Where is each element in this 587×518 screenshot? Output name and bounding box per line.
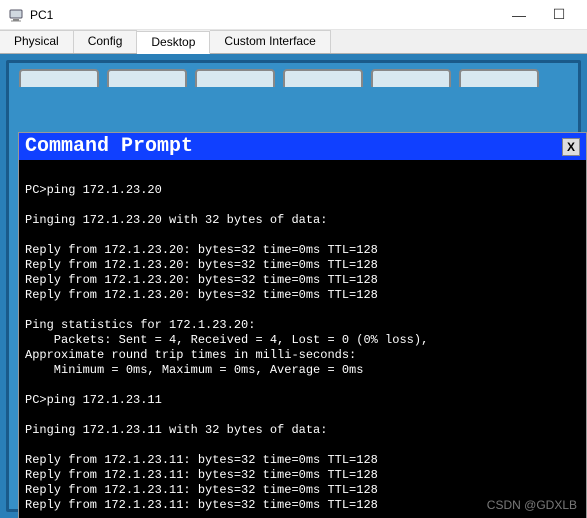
desktop-app-icon[interactable] [371,69,451,87]
tab-config[interactable]: Config [74,30,138,53]
tab-bar: Physical Config Desktop Custom Interface [0,30,587,54]
close-icon[interactable]: X [562,138,580,156]
desktop-app-icon[interactable] [283,69,363,87]
tab-physical[interactable]: Physical [0,30,74,53]
command-prompt-titlebar[interactable]: Command Prompt X [19,133,586,160]
command-prompt-title: Command Prompt [25,135,562,158]
minimize-button[interactable]: — [499,1,539,29]
desktop-app-icon[interactable] [107,69,187,87]
watermark: CSDN @GDXLB [487,498,577,512]
desktop-app-icon[interactable] [195,69,275,87]
desktop-app-icon[interactable] [19,69,99,87]
window-title: PC1 [30,8,499,22]
desktop-app-icon[interactable] [459,69,539,87]
terminal-output[interactable]: PC>ping 172.1.23.20 Pinging 172.1.23.20 … [19,160,586,518]
maximize-button[interactable]: ☐ [539,1,579,29]
desktop-area: Command Prompt X PC>ping 172.1.23.20 Pin… [0,54,587,518]
desktop-icon-row [13,67,574,87]
tab-custom-interface[interactable]: Custom Interface [210,30,330,53]
command-prompt-window: Command Prompt X PC>ping 172.1.23.20 Pin… [18,132,587,518]
app-icon [8,7,24,23]
window-titlebar: PC1 — ☐ [0,0,587,30]
tab-desktop[interactable]: Desktop [137,31,210,54]
